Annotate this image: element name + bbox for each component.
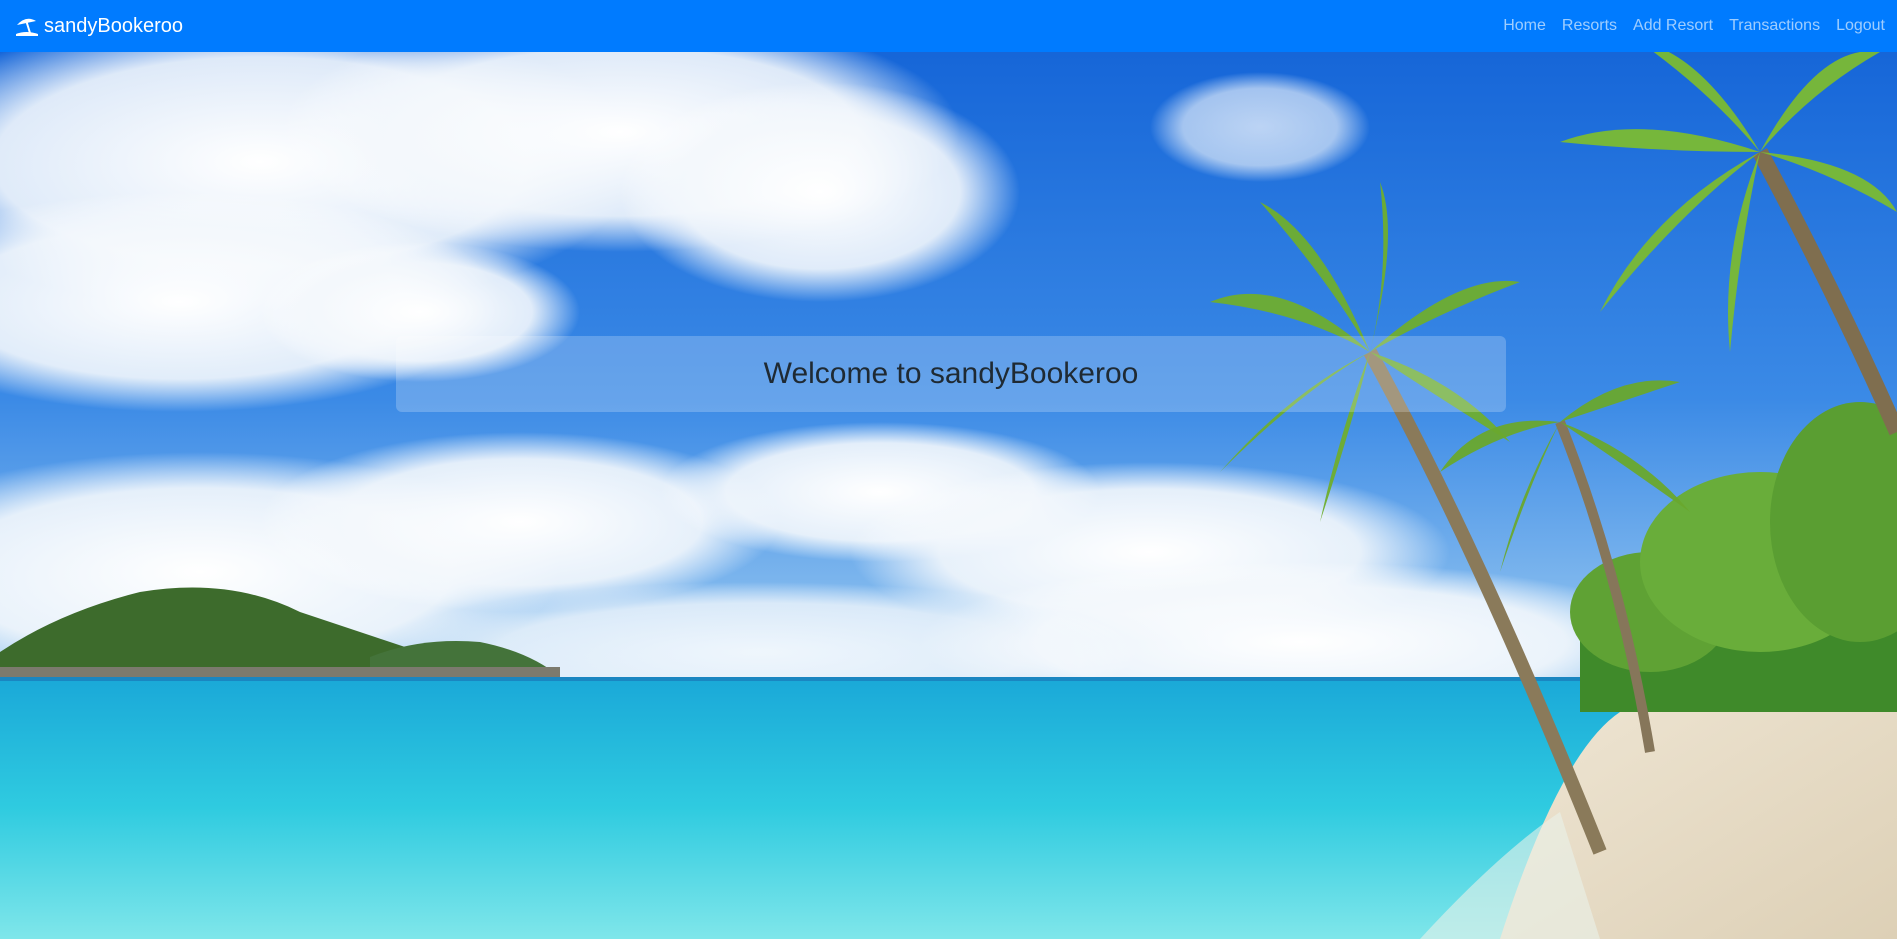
brand-name: sandyBookeroo [44,14,183,37]
nav-resorts-link[interactable]: Resorts [1562,17,1617,35]
beach-umbrella-icon [14,15,40,37]
nav-home-link[interactable]: Home [1503,17,1546,35]
nav-transactions-link[interactable]: Transactions [1729,17,1820,35]
navbar: sandyBookeroo Home Resorts Add Resort Tr… [0,0,1897,52]
beach-background-image [0,52,1897,939]
nav-logout-link[interactable]: Logout [1836,17,1885,35]
brand-link[interactable]: sandyBookeroo [14,15,183,38]
welcome-heading: Welcome to sandyBookeroo [763,357,1139,390]
nav-add-resort-link[interactable]: Add Resort [1633,17,1713,35]
nav-links: Home Resorts Add Resort Transactions Log… [1487,17,1885,35]
welcome-banner: Welcome to sandyBookeroo [396,336,1506,412]
hero-section: Welcome to sandyBookeroo [0,52,1897,939]
